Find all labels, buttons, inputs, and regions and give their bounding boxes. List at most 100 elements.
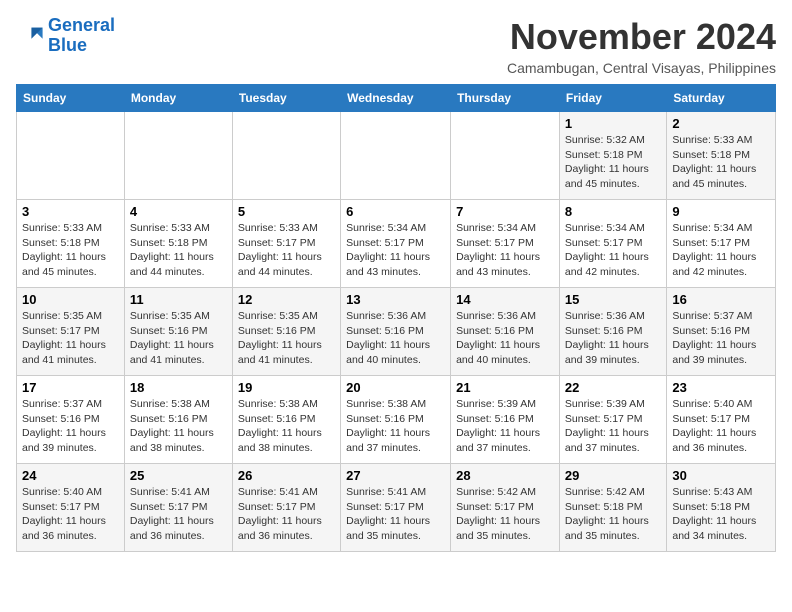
day-number: 23 xyxy=(672,380,770,395)
day-info: Sunrise: 5:39 AM Sunset: 5:17 PM Dayligh… xyxy=(565,397,661,456)
day-number: 4 xyxy=(130,204,227,219)
day-number: 24 xyxy=(22,468,119,483)
calendar-cell: 19 Sunrise: 5:38 AM Sunset: 5:16 PM Dayli… xyxy=(232,376,340,464)
day-info: Sunrise: 5:35 AM Sunset: 5:16 PM Dayligh… xyxy=(238,309,335,368)
logo-text: General Blue xyxy=(48,16,115,56)
calendar-cell xyxy=(341,112,451,200)
day-info: Sunrise: 5:34 AM Sunset: 5:17 PM Dayligh… xyxy=(672,221,770,280)
day-number: 2 xyxy=(672,116,770,131)
week-row-4: 17Sunrise: 5:37 AM Sunset: 5:16 PM Dayli… xyxy=(17,376,776,464)
day-number: 3 xyxy=(22,204,119,219)
day-info: Sunrise: 5:36 AM Sunset: 5:16 PM Dayligh… xyxy=(456,309,554,368)
day-number: 27 xyxy=(346,468,445,483)
day-number: 8 xyxy=(565,204,661,219)
calendar-cell: 26 Sunrise: 5:41 AM Sunset: 5:17 PM Dayli… xyxy=(232,464,340,552)
day-info: Sunrise: 5:41 AM Sunset: 5:17 PM Dayligh… xyxy=(238,485,335,544)
calendar-table: SundayMondayTuesdayWednesdayThursdayFrid… xyxy=(16,84,776,552)
week-row-3: 10Sunrise: 5:35 AM Sunset: 5:17 PM Dayli… xyxy=(17,288,776,376)
title-area: November 2024 Camambugan, Central Visaya… xyxy=(507,16,776,76)
day-number: 25 xyxy=(130,468,227,483)
day-number: 7 xyxy=(456,204,554,219)
weekday-header-thursday: Thursday xyxy=(451,85,560,112)
day-number: 14 xyxy=(456,292,554,307)
weekday-header-row: SundayMondayTuesdayWednesdayThursdayFrid… xyxy=(17,85,776,112)
page-header: General Blue November 2024 Camambugan, C… xyxy=(16,16,776,76)
weekday-header-saturday: Saturday xyxy=(667,85,776,112)
week-row-2: 3Sunrise: 5:33 AM Sunset: 5:18 PM Daylig… xyxy=(17,200,776,288)
day-number: 12 xyxy=(238,292,335,307)
weekday-header-tuesday: Tuesday xyxy=(232,85,340,112)
calendar-cell: 3Sunrise: 5:33 AM Sunset: 5:18 PM Daylig… xyxy=(17,200,125,288)
day-info: Sunrise: 5:38 AM Sunset: 5:16 PM Dayligh… xyxy=(346,397,445,456)
calendar-cell: 8 Sunrise: 5:34 AM Sunset: 5:17 PM Daylig… xyxy=(559,200,666,288)
day-info: Sunrise: 5:35 AM Sunset: 5:16 PM Dayligh… xyxy=(130,309,227,368)
day-number: 22 xyxy=(565,380,661,395)
calendar-cell: 4Sunrise: 5:33 AM Sunset: 5:18 PM Daylig… xyxy=(124,200,232,288)
calendar-cell: 9 Sunrise: 5:34 AM Sunset: 5:17 PM Daylig… xyxy=(667,200,776,288)
day-number: 13 xyxy=(346,292,445,307)
day-number: 6 xyxy=(346,204,445,219)
calendar-cell: 29Sunrise: 5:42 AM Sunset: 5:18 PM Dayli… xyxy=(559,464,666,552)
calendar-cell: 10Sunrise: 5:35 AM Sunset: 5:17 PM Dayli… xyxy=(17,288,125,376)
day-info: Sunrise: 5:41 AM Sunset: 5:17 PM Dayligh… xyxy=(346,485,445,544)
weekday-header-friday: Friday xyxy=(559,85,666,112)
calendar-cell: 22 Sunrise: 5:39 AM Sunset: 5:17 PM Dayli… xyxy=(559,376,666,464)
calendar-cell: 5Sunrise: 5:33 AM Sunset: 5:17 PM Daylig… xyxy=(232,200,340,288)
week-row-1: 1 Sunrise: 5:32 AM Sunset: 5:18 PM Daylig… xyxy=(17,112,776,200)
calendar-cell: 16 Sunrise: 5:37 AM Sunset: 5:16 PM Dayli… xyxy=(667,288,776,376)
day-number: 16 xyxy=(672,292,770,307)
day-number: 19 xyxy=(238,380,335,395)
day-info: Sunrise: 5:38 AM Sunset: 5:16 PM Dayligh… xyxy=(238,397,335,456)
day-info: Sunrise: 5:42 AM Sunset: 5:17 PM Dayligh… xyxy=(456,485,554,544)
calendar-cell: 30 Sunrise: 5:43 AM Sunset: 5:18 PM Dayli… xyxy=(667,464,776,552)
day-info: Sunrise: 5:42 AM Sunset: 5:18 PM Dayligh… xyxy=(565,485,661,544)
day-number: 9 xyxy=(672,204,770,219)
day-info: Sunrise: 5:35 AM Sunset: 5:17 PM Dayligh… xyxy=(22,309,119,368)
logo: General Blue xyxy=(16,16,115,56)
calendar-cell: 13 Sunrise: 5:36 AM Sunset: 5:16 PM Dayli… xyxy=(341,288,451,376)
calendar-cell xyxy=(124,112,232,200)
weekday-header-sunday: Sunday xyxy=(17,85,125,112)
calendar-cell: 27 Sunrise: 5:41 AM Sunset: 5:17 PM Dayli… xyxy=(341,464,451,552)
day-number: 30 xyxy=(672,468,770,483)
calendar-cell xyxy=(17,112,125,200)
calendar-cell: 2 Sunrise: 5:33 AM Sunset: 5:18 PM Daylig… xyxy=(667,112,776,200)
day-info: Sunrise: 5:33 AM Sunset: 5:17 PM Dayligh… xyxy=(238,221,335,280)
calendar-cell: 28 Sunrise: 5:42 AM Sunset: 5:17 PM Dayli… xyxy=(451,464,560,552)
calendar-cell: 25 Sunrise: 5:41 AM Sunset: 5:17 PM Dayli… xyxy=(124,464,232,552)
day-info: Sunrise: 5:40 AM Sunset: 5:17 PM Dayligh… xyxy=(22,485,119,544)
calendar-cell: 11 Sunrise: 5:35 AM Sunset: 5:16 PM Dayli… xyxy=(124,288,232,376)
calendar-cell: 7 Sunrise: 5:34 AM Sunset: 5:17 PM Daylig… xyxy=(451,200,560,288)
day-info: Sunrise: 5:39 AM Sunset: 5:16 PM Dayligh… xyxy=(456,397,554,456)
calendar-cell: 14 Sunrise: 5:36 AM Sunset: 5:16 PM Dayli… xyxy=(451,288,560,376)
day-info: Sunrise: 5:43 AM Sunset: 5:18 PM Dayligh… xyxy=(672,485,770,544)
day-info: Sunrise: 5:36 AM Sunset: 5:16 PM Dayligh… xyxy=(346,309,445,368)
day-info: Sunrise: 5:38 AM Sunset: 5:16 PM Dayligh… xyxy=(130,397,227,456)
day-info: Sunrise: 5:34 AM Sunset: 5:17 PM Dayligh… xyxy=(565,221,661,280)
day-number: 26 xyxy=(238,468,335,483)
calendar-cell: 21Sunrise: 5:39 AM Sunset: 5:16 PM Dayli… xyxy=(451,376,560,464)
calendar-cell: 1 Sunrise: 5:32 AM Sunset: 5:18 PM Daylig… xyxy=(559,112,666,200)
day-number: 20 xyxy=(346,380,445,395)
day-info: Sunrise: 5:40 AM Sunset: 5:17 PM Dayligh… xyxy=(672,397,770,456)
day-info: Sunrise: 5:41 AM Sunset: 5:17 PM Dayligh… xyxy=(130,485,227,544)
calendar-cell: 15Sunrise: 5:36 AM Sunset: 5:16 PM Dayli… xyxy=(559,288,666,376)
calendar-cell: 24 Sunrise: 5:40 AM Sunset: 5:17 PM Dayli… xyxy=(17,464,125,552)
day-number: 1 xyxy=(565,116,661,131)
day-info: Sunrise: 5:34 AM Sunset: 5:17 PM Dayligh… xyxy=(456,221,554,280)
calendar-cell xyxy=(232,112,340,200)
logo-icon xyxy=(16,22,44,50)
location-subtitle: Camambugan, Central Visayas, Philippines xyxy=(507,60,776,76)
logo-line1: General xyxy=(48,15,115,35)
week-row-5: 24 Sunrise: 5:40 AM Sunset: 5:17 PM Dayli… xyxy=(17,464,776,552)
calendar-cell: 23 Sunrise: 5:40 AM Sunset: 5:17 PM Dayli… xyxy=(667,376,776,464)
weekday-header-monday: Monday xyxy=(124,85,232,112)
day-info: Sunrise: 5:37 AM Sunset: 5:16 PM Dayligh… xyxy=(672,309,770,368)
day-number: 28 xyxy=(456,468,554,483)
month-title: November 2024 xyxy=(507,16,776,58)
day-info: Sunrise: 5:33 AM Sunset: 5:18 PM Dayligh… xyxy=(672,133,770,192)
day-info: Sunrise: 5:37 AM Sunset: 5:16 PM Dayligh… xyxy=(22,397,119,456)
calendar-cell: 17Sunrise: 5:37 AM Sunset: 5:16 PM Dayli… xyxy=(17,376,125,464)
day-number: 11 xyxy=(130,292,227,307)
day-info: Sunrise: 5:32 AM Sunset: 5:18 PM Dayligh… xyxy=(565,133,661,192)
